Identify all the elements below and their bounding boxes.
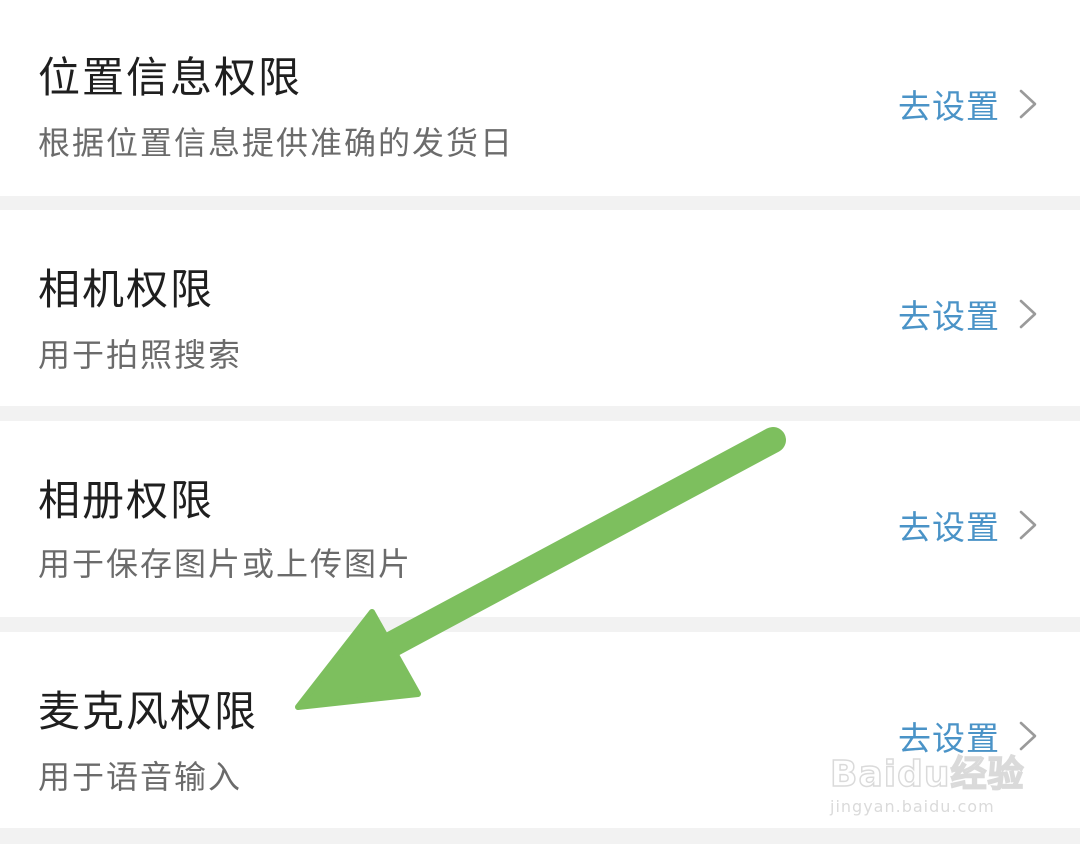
permission-item-location[interactable]: 位置信息权限 根据位置信息提供准确的发货日 去设置 (0, 0, 1080, 196)
chevron-right-icon (1019, 721, 1037, 751)
go-settings-button[interactable]: 去设置 (898, 501, 1040, 549)
go-settings-label: 去设置 (898, 87, 1000, 126)
permission-settings-screen: 位置信息权限 根据位置信息提供准确的发货日 去设置 相机权限 用于拍照搜索 去设… (0, 0, 1080, 844)
permission-title: 麦克风权限 (38, 687, 259, 736)
go-settings-button[interactable]: 去设置 (898, 80, 1040, 128)
go-settings-button[interactable]: 去设置 (898, 712, 1040, 760)
permission-description: 用于拍照搜索 (38, 336, 243, 374)
permission-description: 用于保存图片或上传图片 (38, 545, 413, 583)
chevron-right-icon (1019, 299, 1037, 329)
permission-title: 相册权限 (38, 476, 215, 525)
permission-item-camera[interactable]: 相机权限 用于拍照搜索 去设置 (0, 210, 1080, 406)
chevron-right-icon (1019, 510, 1037, 540)
permission-title: 相机权限 (38, 265, 215, 314)
permission-title: 位置信息权限 (38, 53, 303, 102)
go-settings-label: 去设置 (898, 719, 1000, 758)
permission-item-microphone[interactable]: 麦克风权限 用于语音输入 去设置 (0, 632, 1080, 828)
go-settings-button[interactable]: 去设置 (898, 290, 1040, 338)
permission-item-album[interactable]: 相册权限 用于保存图片或上传图片 去设置 (0, 421, 1080, 617)
go-settings-label: 去设置 (898, 297, 1000, 336)
chevron-right-icon (1019, 89, 1037, 119)
permission-description: 根据位置信息提供准确的发货日 (38, 124, 515, 162)
permission-description: 用于语音输入 (38, 758, 243, 796)
go-settings-label: 去设置 (898, 508, 1000, 547)
